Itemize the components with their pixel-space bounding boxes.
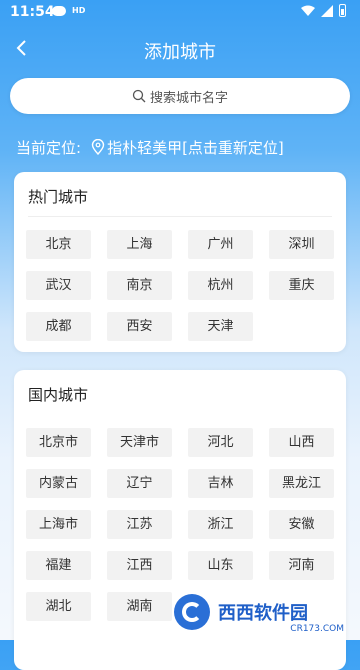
search-icon <box>132 89 146 103</box>
city-chip[interactable]: 上海 <box>107 230 172 259</box>
city-chip[interactable]: 河北 <box>188 428 253 457</box>
watermark-subtext: CR173.COM <box>290 624 344 634</box>
watermark-text: 西西软件园 <box>214 597 312 627</box>
signal-icon <box>321 4 333 17</box>
search-placeholder: 搜索城市名字 <box>149 90 228 106</box>
city-chip[interactable]: 湖南 <box>107 592 172 621</box>
page-title: 添加城市 <box>144 42 216 63</box>
city-chip[interactable]: 上海市 <box>26 510 91 539</box>
watermark: 西西软件园 CR173.COM <box>174 592 354 634</box>
current-location[interactable]: 当前定位: 指朴轻美甲[点击重新定位] <box>16 136 284 158</box>
header: 添加城市 <box>0 30 360 70</box>
city-chip[interactable]: 北京市 <box>26 428 91 457</box>
city-chip[interactable]: 南京 <box>107 271 172 300</box>
battery-icon <box>339 4 346 17</box>
status-bar: 11:54 HD <box>0 0 360 24</box>
city-chip[interactable]: 西安 <box>107 312 172 341</box>
city-chip[interactable]: 北京 <box>26 230 91 259</box>
city-chip[interactable]: 湖北 <box>26 592 91 621</box>
city-chip[interactable]: 山东 <box>188 551 253 580</box>
status-time: 11:54 <box>10 4 55 20</box>
hot-cities-grid: 北京 上海 广州 深圳武汉 南京 杭州 重庆成都 西安 天津 <box>26 230 334 341</box>
city-chip[interactable]: 河南 <box>269 551 334 580</box>
watermark-logo-icon <box>174 594 210 630</box>
city-chip[interactable]: 黑龙江 <box>269 469 334 498</box>
city-chip[interactable]: 吉林 <box>188 469 253 498</box>
city-chip[interactable]: 浙江 <box>188 510 253 539</box>
city-chip[interactable]: 天津市 <box>107 428 172 457</box>
city-chip[interactable]: 武汉 <box>26 271 91 300</box>
wifi-icon <box>301 5 315 16</box>
city-chip[interactable]: 内蒙古 <box>26 469 91 498</box>
location-prefix: 当前定位: <box>16 138 82 157</box>
city-chip[interactable]: 广州 <box>188 230 253 259</box>
city-chip[interactable]: 江苏 <box>107 510 172 539</box>
city-chip[interactable]: 江西 <box>107 551 172 580</box>
city-chip[interactable]: 杭州 <box>188 271 253 300</box>
hot-cities-title: 热门城市 <box>28 188 89 206</box>
city-chip[interactable]: 重庆 <box>269 271 334 300</box>
city-chip[interactable]: 天津 <box>188 312 253 341</box>
location-value[interactable]: 指朴轻美甲[点击重新定位] <box>107 137 284 158</box>
city-chip[interactable]: 辽宁 <box>107 469 172 498</box>
cloud-icon <box>52 6 66 16</box>
search-input[interactable]: 搜索城市名字 <box>10 78 350 114</box>
status-icons <box>301 4 346 17</box>
hd-indicator: HD <box>72 6 86 15</box>
city-chip[interactable]: 山西 <box>269 428 334 457</box>
city-chip[interactable]: 深圳 <box>269 230 334 259</box>
city-chip[interactable]: 福建 <box>26 551 91 580</box>
city-chip[interactable]: 成都 <box>26 312 91 341</box>
domestic-cities-title: 国内城市 <box>28 386 89 404</box>
divider <box>28 216 332 217</box>
city-chip[interactable]: 安徽 <box>269 510 334 539</box>
hot-cities-card: 热门城市 北京 上海 广州 深圳武汉 南京 杭州 重庆成都 西安 天津 <box>14 172 346 352</box>
map-pin-icon <box>91 139 105 155</box>
